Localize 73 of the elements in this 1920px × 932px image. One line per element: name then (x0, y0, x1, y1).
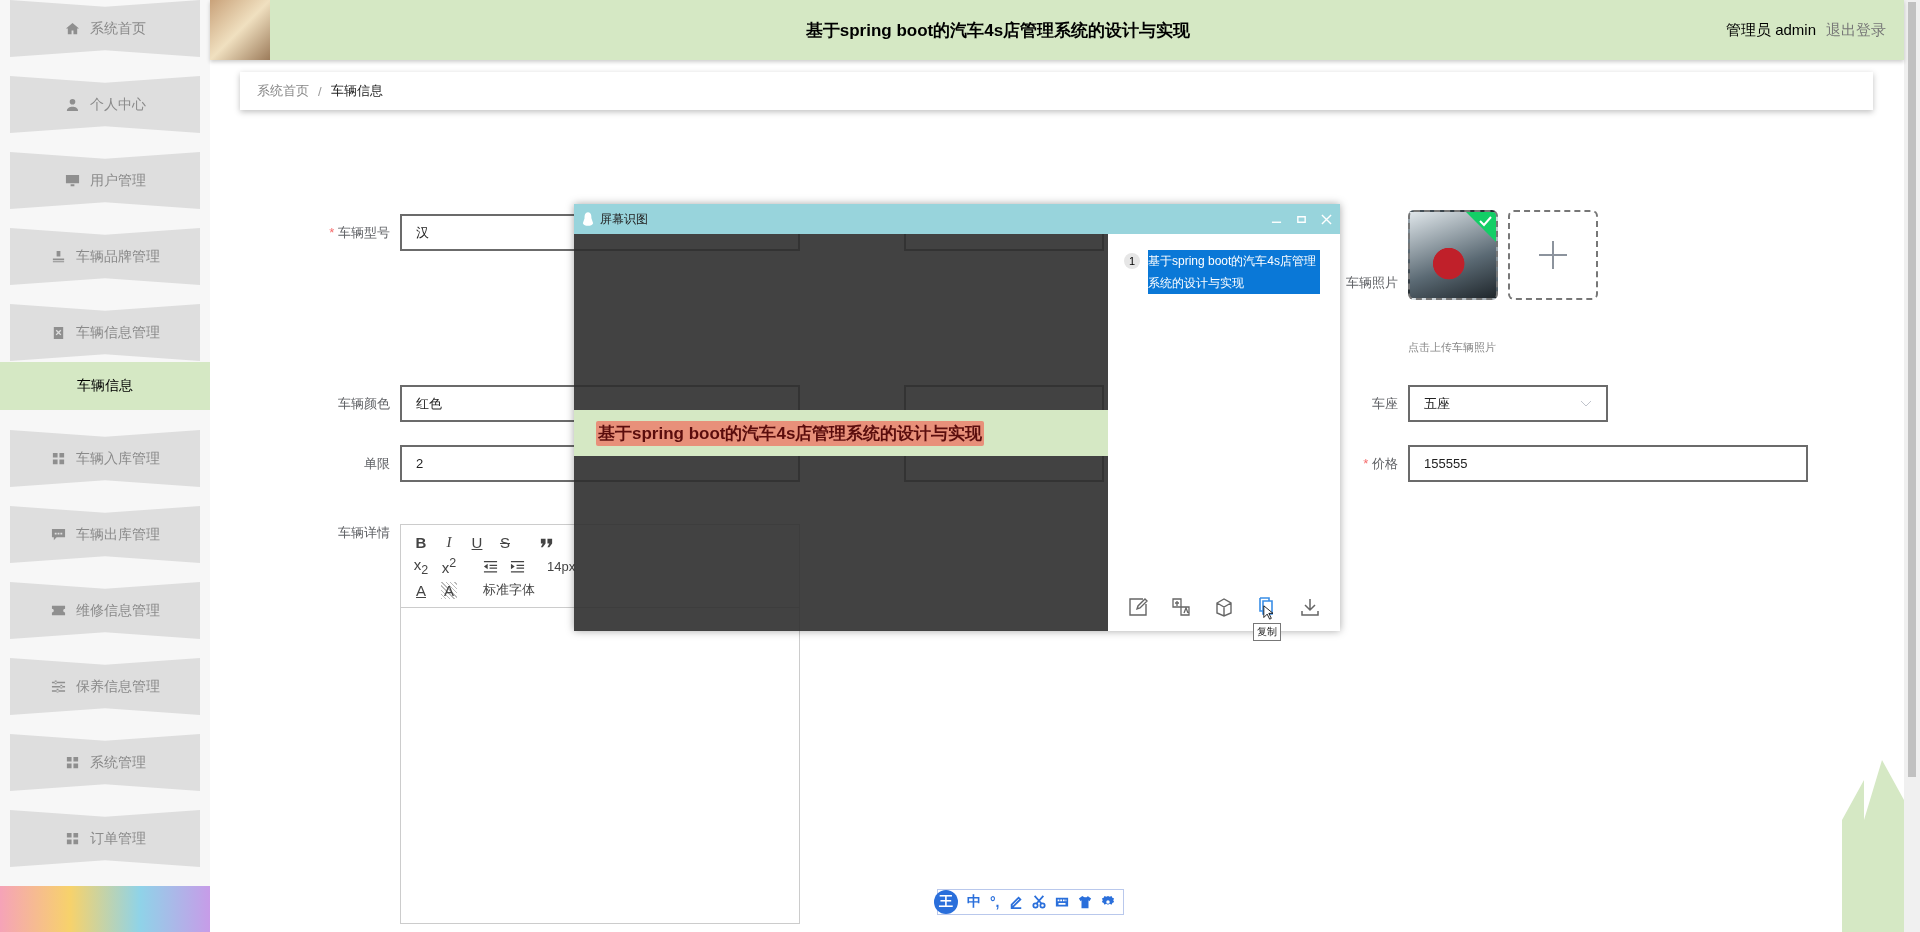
sidebar-item[interactable]: 车辆出库管理 (10, 506, 200, 563)
field-label: 车辆颜色 (337, 394, 390, 413)
grid-icon (64, 831, 80, 846)
caret-icon (1580, 399, 1592, 408)
sidebar-item[interactable]: 系统首页 (10, 0, 200, 57)
edit-icon[interactable] (1127, 597, 1148, 617)
indent-icon[interactable] (510, 558, 525, 574)
recognized-text[interactable]: 基于spring boot的汽车4s店管理系统的设计与实现 (1148, 250, 1320, 294)
breadcrumb-link[interactable]: 车辆信息 (330, 82, 383, 100)
select-field[interactable]: 五座 (1408, 385, 1608, 422)
ticket-icon (50, 603, 66, 618)
user-icon (64, 97, 80, 112)
upload-hint: 点击上传车辆照片 (1408, 340, 1497, 355)
breadcrumb-separator: / (318, 83, 322, 99)
person-icon (50, 249, 66, 264)
field-label: 车座 (1371, 394, 1398, 413)
home-icon (64, 21, 80, 36)
font-color-button[interactable]: A (413, 581, 429, 599)
sidebar-item[interactable]: 保养信息管理 (10, 658, 200, 715)
app-title: 基于spring boot的汽车4s店管理系统的设计与实现 (804, 19, 1192, 42)
sidebar-item[interactable]: 车辆信息管理 (10, 304, 200, 361)
sidebar-item[interactable]: 维修信息管理 (10, 582, 200, 639)
breadcrumb-link[interactable]: 系统首页 (257, 82, 309, 100)
subscript-button[interactable]: x$_{2}$ (413, 555, 429, 577)
sliders-icon (50, 679, 66, 694)
monitor-icon (64, 173, 80, 188)
recognized-text-highlight: 基于spring boot的汽车4s店管理系统的设计与实现 (596, 420, 985, 446)
sidebar-item[interactable]: 车辆品牌管理 (10, 228, 200, 285)
chat-icon (50, 527, 66, 542)
keyboard-icon[interactable] (1054, 895, 1069, 909)
input-method-logo[interactable]: 王 (934, 890, 958, 914)
sidebar-item[interactable]: 个人中心 (10, 76, 200, 133)
window-title: 屏幕识图 (600, 210, 648, 228)
cube-icon[interactable] (1213, 597, 1234, 617)
outdent-icon[interactable] (483, 558, 498, 574)
bold-button[interactable]: B (413, 533, 429, 551)
shirt-icon[interactable] (1077, 895, 1092, 909)
grid-icon (50, 451, 66, 466)
background-color-button[interactable]: A (441, 581, 457, 599)
superscript-button[interactable]: x$^{2}$ (441, 556, 457, 576)
scrollbar[interactable] (1904, 0, 1920, 932)
user-name: 管理员 admin (1725, 20, 1816, 40)
scissors-icon[interactable] (1031, 895, 1046, 909)
italic-button[interactable]: I (441, 533, 457, 551)
underline-button[interactable]: U (469, 533, 485, 551)
result-number: 1 (1124, 253, 1140, 269)
field-label: * 价格 (1362, 454, 1398, 473)
field-label: 车辆照片 (1345, 273, 1398, 292)
field-label: * 车辆型号 (328, 223, 390, 242)
field-label: 车辆详情 (337, 524, 390, 542)
sidebar-subitem[interactable]: 车辆信息 (0, 362, 210, 410)
input-mode-toggle[interactable]: 中 (967, 893, 981, 911)
input-field[interactable]: 155555 (1408, 445, 1808, 482)
download-icon[interactable] (1300, 597, 1321, 617)
sidebar-item[interactable]: 车辆入库管理 (10, 430, 200, 487)
sidebar-item[interactable]: 用户管理 (10, 152, 200, 209)
punctuation-toggle[interactable]: °, (990, 894, 1000, 910)
plus-icon (1539, 241, 1567, 269)
field-label: 单限 (363, 454, 390, 473)
sidebar-item[interactable]: 系统管理 (10, 734, 200, 791)
translate-icon[interactable] (1170, 597, 1191, 617)
pen-icon[interactable] (1008, 895, 1023, 909)
strikethrough-button[interactable]: S (497, 533, 513, 551)
cursor-icon (1263, 605, 1274, 620)
penguin-icon (582, 211, 594, 227)
sidebar-item[interactable]: 订单管理 (10, 810, 200, 867)
check-icon (1466, 212, 1496, 242)
tooltip: 复制 (1253, 623, 1282, 641)
illustration-placeholder (210, 0, 270, 60)
logout-link[interactable]: 退出登录 (1826, 20, 1886, 40)
grid-icon (64, 755, 80, 770)
font-family-select[interactable]: 标准字体 (469, 581, 535, 599)
upload-button[interactable] (1508, 210, 1598, 300)
